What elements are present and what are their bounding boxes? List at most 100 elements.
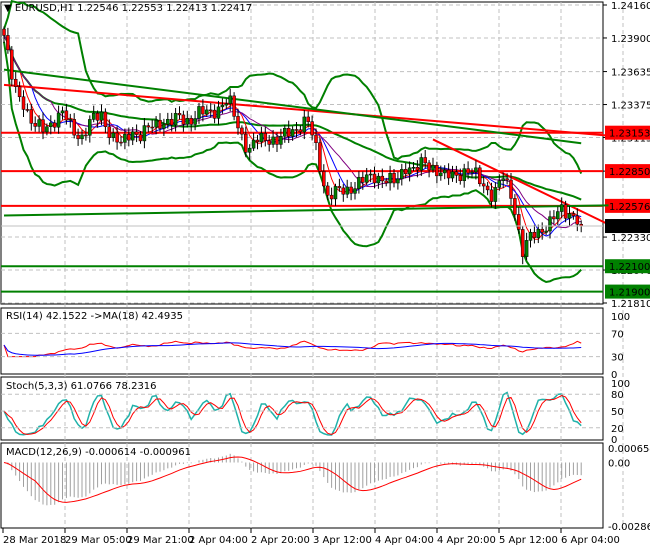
candle-body bbox=[236, 116, 240, 129]
price-tick-label: 1.23900 bbox=[611, 34, 650, 45]
rsi-line bbox=[3, 340, 582, 358]
candle bbox=[396, 171, 400, 190]
candle bbox=[263, 127, 268, 147]
main-pane-frame bbox=[0, 1, 604, 305]
candle-body bbox=[419, 157, 424, 171]
candle-body bbox=[435, 165, 439, 177]
candle-body bbox=[314, 134, 318, 144]
candle bbox=[283, 125, 287, 143]
candle-body bbox=[247, 147, 252, 153]
price-chart[interactable]: 1.241601.239001.236351.233751.231151.228… bbox=[0, 0, 650, 550]
candle bbox=[25, 103, 30, 113]
macd-tick-label: 0.00 bbox=[608, 459, 630, 470]
candle-body bbox=[115, 132, 119, 143]
candle bbox=[462, 163, 466, 188]
candle-body bbox=[255, 139, 260, 143]
low-value: 1.22413 bbox=[166, 3, 208, 14]
candle-body bbox=[49, 122, 53, 127]
candle-body bbox=[228, 95, 232, 104]
candle-body bbox=[520, 229, 525, 257]
candle bbox=[333, 183, 338, 206]
candle-body bbox=[505, 178, 509, 181]
dropdown-triangle-icon[interactable]: ▼ bbox=[4, 3, 12, 14]
candle-body bbox=[524, 240, 529, 257]
candle bbox=[99, 104, 104, 126]
macd-tick-label: -0.002863 bbox=[608, 522, 650, 533]
candle-body bbox=[407, 167, 412, 175]
price-tick-label: 1.24160 bbox=[611, 1, 650, 12]
candle-body bbox=[388, 173, 392, 184]
candle-body bbox=[107, 126, 112, 138]
candle bbox=[532, 224, 537, 244]
candle-body bbox=[349, 186, 353, 194]
candle bbox=[72, 113, 76, 139]
candle-body bbox=[166, 118, 170, 125]
candle bbox=[442, 165, 447, 180]
price-tick-label: 1.21810 bbox=[611, 299, 650, 310]
candle bbox=[567, 206, 572, 226]
candle-body bbox=[33, 123, 37, 127]
candle bbox=[318, 137, 322, 175]
candle-body bbox=[212, 109, 217, 119]
candle-body bbox=[513, 198, 517, 215]
candle-body bbox=[290, 129, 295, 137]
candle-body bbox=[322, 171, 326, 187]
time-label: 4 Apr 04:00 bbox=[375, 535, 434, 546]
candle-body bbox=[403, 169, 408, 175]
candle-body bbox=[474, 167, 478, 173]
candle bbox=[142, 117, 147, 149]
candle-body bbox=[220, 104, 225, 108]
candle bbox=[548, 210, 552, 239]
candle-body bbox=[556, 211, 560, 220]
candle bbox=[345, 179, 349, 199]
trend-line bbox=[432, 138, 609, 226]
candle-body bbox=[52, 122, 57, 128]
candle-body bbox=[536, 228, 541, 238]
bollinger-lower bbox=[3, 41, 582, 284]
close-value: 1.22417 bbox=[210, 3, 253, 14]
candle-body bbox=[154, 119, 158, 128]
candle-body bbox=[345, 186, 349, 195]
candle-body bbox=[232, 95, 236, 117]
time-label: 3 Apr 12:00 bbox=[313, 535, 372, 546]
candle-body bbox=[45, 126, 49, 133]
candle bbox=[520, 226, 525, 265]
candle-body bbox=[567, 213, 572, 219]
candle bbox=[103, 108, 108, 133]
time-label: 2 Apr 04:00 bbox=[189, 535, 248, 546]
candle bbox=[21, 90, 26, 117]
candle bbox=[111, 128, 115, 142]
candle bbox=[571, 210, 576, 220]
candle bbox=[575, 208, 580, 232]
candle-body bbox=[368, 173, 373, 176]
candle bbox=[349, 182, 353, 201]
candle-body bbox=[37, 119, 41, 127]
candle-body bbox=[76, 134, 80, 140]
candle bbox=[454, 165, 459, 183]
candle-body bbox=[41, 119, 45, 133]
stoch-header: Stoch(5,3,3) 61.0766 78.2316 bbox=[6, 381, 157, 392]
candle-body bbox=[427, 162, 431, 171]
candle bbox=[259, 126, 264, 148]
candle-body bbox=[400, 169, 404, 180]
candle-body bbox=[286, 127, 291, 137]
candle-body bbox=[552, 216, 556, 220]
candle-body bbox=[216, 106, 221, 119]
candle bbox=[556, 206, 560, 226]
candle bbox=[544, 225, 548, 236]
candle-body bbox=[396, 178, 400, 184]
candle-body bbox=[509, 179, 513, 199]
candle-body bbox=[431, 165, 435, 171]
candle bbox=[400, 163, 404, 186]
candle-body bbox=[517, 214, 521, 230]
candle-body bbox=[329, 194, 334, 200]
candle bbox=[407, 161, 412, 182]
candle-body bbox=[224, 103, 229, 106]
candle bbox=[446, 163, 451, 185]
candle-body bbox=[25, 109, 30, 111]
candle-body bbox=[2, 28, 6, 36]
candle bbox=[177, 106, 182, 120]
candle-body bbox=[470, 171, 474, 174]
candle-body bbox=[544, 230, 548, 233]
time-label: 29 Mar 21:00 bbox=[127, 535, 194, 546]
